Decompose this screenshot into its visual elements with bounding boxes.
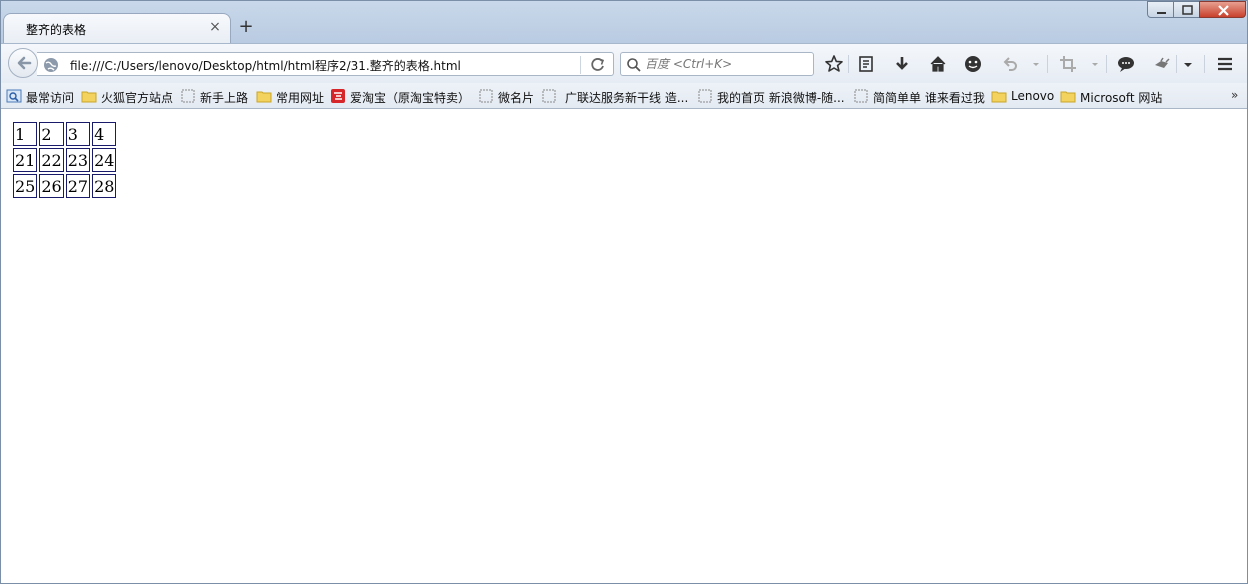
bookmark-label: Lenovo <box>1011 89 1055 103</box>
taobao-icon <box>331 89 345 103</box>
bookmarks-overflow-button[interactable]: » <box>1231 88 1238 102</box>
close-icon <box>1218 5 1229 16</box>
tab-active[interactable]: 整齐的表格 × <box>3 13 231 43</box>
chevron-down-icon[interactable] <box>1183 54 1193 74</box>
table-cell: 27 <box>65 174 91 198</box>
folder-icon <box>256 91 272 103</box>
bookmark-label: 广联达服务新干线 造... <box>565 91 689 105</box>
crop-icon[interactable] <box>1058 54 1078 74</box>
bookmarks-toolbar: 最常访问 火狐官方站点 新手上路 常用网址 爱淘宝（原淘宝特卖） 微名片 广联达… <box>1 83 1247 109</box>
bookmark-label: 最常访问 <box>26 91 75 105</box>
folder-icon <box>81 91 97 103</box>
most-visited-icon <box>6 89 22 103</box>
page-icon <box>479 89 493 103</box>
table-cell: 3 <box>65 122 91 146</box>
bookmark-label: Microsoft 网站 <box>1080 91 1163 105</box>
close-window-button[interactable] <box>1199 1 1246 18</box>
aligned-table: 1 2 3 4 21 22 23 24 25 26 27 28 <box>11 120 118 200</box>
page-icon <box>854 89 868 103</box>
new-tab-button[interactable]: + <box>237 18 255 36</box>
url-separator <box>580 56 581 74</box>
toolbar-separator <box>1204 55 1205 73</box>
extension-icon[interactable] <box>1152 54 1172 74</box>
tab-title: 整齐的表格 <box>26 23 87 37</box>
back-button[interactable] <box>8 48 38 78</box>
table-cell: 1 <box>13 122 38 146</box>
reload-icon[interactable] <box>589 56 607 74</box>
table-cell: 26 <box>39 174 64 198</box>
url-text[interactable]: file:///C:/Users/lenovo/Desktop/html/htm… <box>70 57 461 74</box>
smiley-icon[interactable] <box>963 54 983 74</box>
bookmark-label: 我的首页 新浪微博-随... <box>717 91 845 105</box>
toolbar-separator <box>848 55 849 73</box>
bookmark-label: 常用网址 <box>276 91 325 105</box>
table-row: 1 2 3 4 <box>13 122 117 146</box>
table-cell: 23 <box>65 148 91 172</box>
bookmark-label: 微名片 <box>498 91 535 105</box>
search-input[interactable] <box>645 55 810 73</box>
minimize-button[interactable] <box>1147 1 1174 18</box>
bookmarks-menu-icon[interactable] <box>856 54 876 74</box>
bookmark-label: 爱淘宝（原淘宝特卖） <box>350 91 471 105</box>
table-cell: 21 <box>13 148 38 172</box>
table-cell: 28 <box>92 174 117 198</box>
bookmark-label: 简简单单 谁来看过我 <box>873 91 985 105</box>
table-cell: 2 <box>39 122 64 146</box>
chevron-down-icon[interactable] <box>1090 54 1100 74</box>
restore-icon <box>1182 5 1193 15</box>
bookmark-label: 新手上路 <box>200 91 249 105</box>
bookmark-label: 火狐官方站点 <box>101 91 174 105</box>
table-row: 25 26 27 28 <box>13 174 117 198</box>
page-icon <box>698 89 712 103</box>
tab-close-icon[interactable]: × <box>207 19 223 35</box>
maximize-button[interactable] <box>1173 1 1200 18</box>
search-icon <box>627 58 641 72</box>
chevron-down-icon[interactable] <box>1031 54 1041 74</box>
globe-icon <box>44 58 58 72</box>
url-bar[interactable]: file:///C:/Users/lenovo/Desktop/html/htm… <box>37 52 614 76</box>
download-icon[interactable] <box>892 54 912 74</box>
folder-icon <box>1060 91 1076 103</box>
table-cell: 25 <box>13 174 38 198</box>
back-arrow-icon <box>17 56 32 70</box>
table-cell: 22 <box>39 148 64 172</box>
chat-bubble-icon[interactable] <box>1116 54 1136 74</box>
toolbar-separator <box>1176 55 1177 73</box>
table-cell: 4 <box>92 122 117 146</box>
browser-window: 整齐的表格 × + file:///C:/Users/lenovo/Deskto… <box>0 0 1248 584</box>
folder-icon <box>991 91 1007 103</box>
table-cell: 24 <box>92 148 117 172</box>
minimize-icon <box>1157 12 1166 14</box>
navigation-toolbar: file:///C:/Users/lenovo/Desktop/html/htm… <box>1 43 1247 83</box>
tab-bar: 整齐的表格 × + <box>1 1 1247 43</box>
toolbar-separator <box>1047 55 1048 73</box>
toolbar-separator <box>1106 55 1107 73</box>
search-bar[interactable] <box>620 52 814 76</box>
bookmark-star-icon[interactable] <box>824 54 844 74</box>
hamburger-menu-icon[interactable] <box>1215 54 1235 74</box>
table-row: 21 22 23 24 <box>13 148 117 172</box>
page-icon <box>181 89 195 103</box>
undo-icon[interactable] <box>1000 54 1020 74</box>
home-icon[interactable] <box>928 54 948 74</box>
page-content: 1 2 3 4 21 22 23 24 25 26 27 28 <box>1 110 1247 583</box>
page-icon <box>542 89 556 103</box>
